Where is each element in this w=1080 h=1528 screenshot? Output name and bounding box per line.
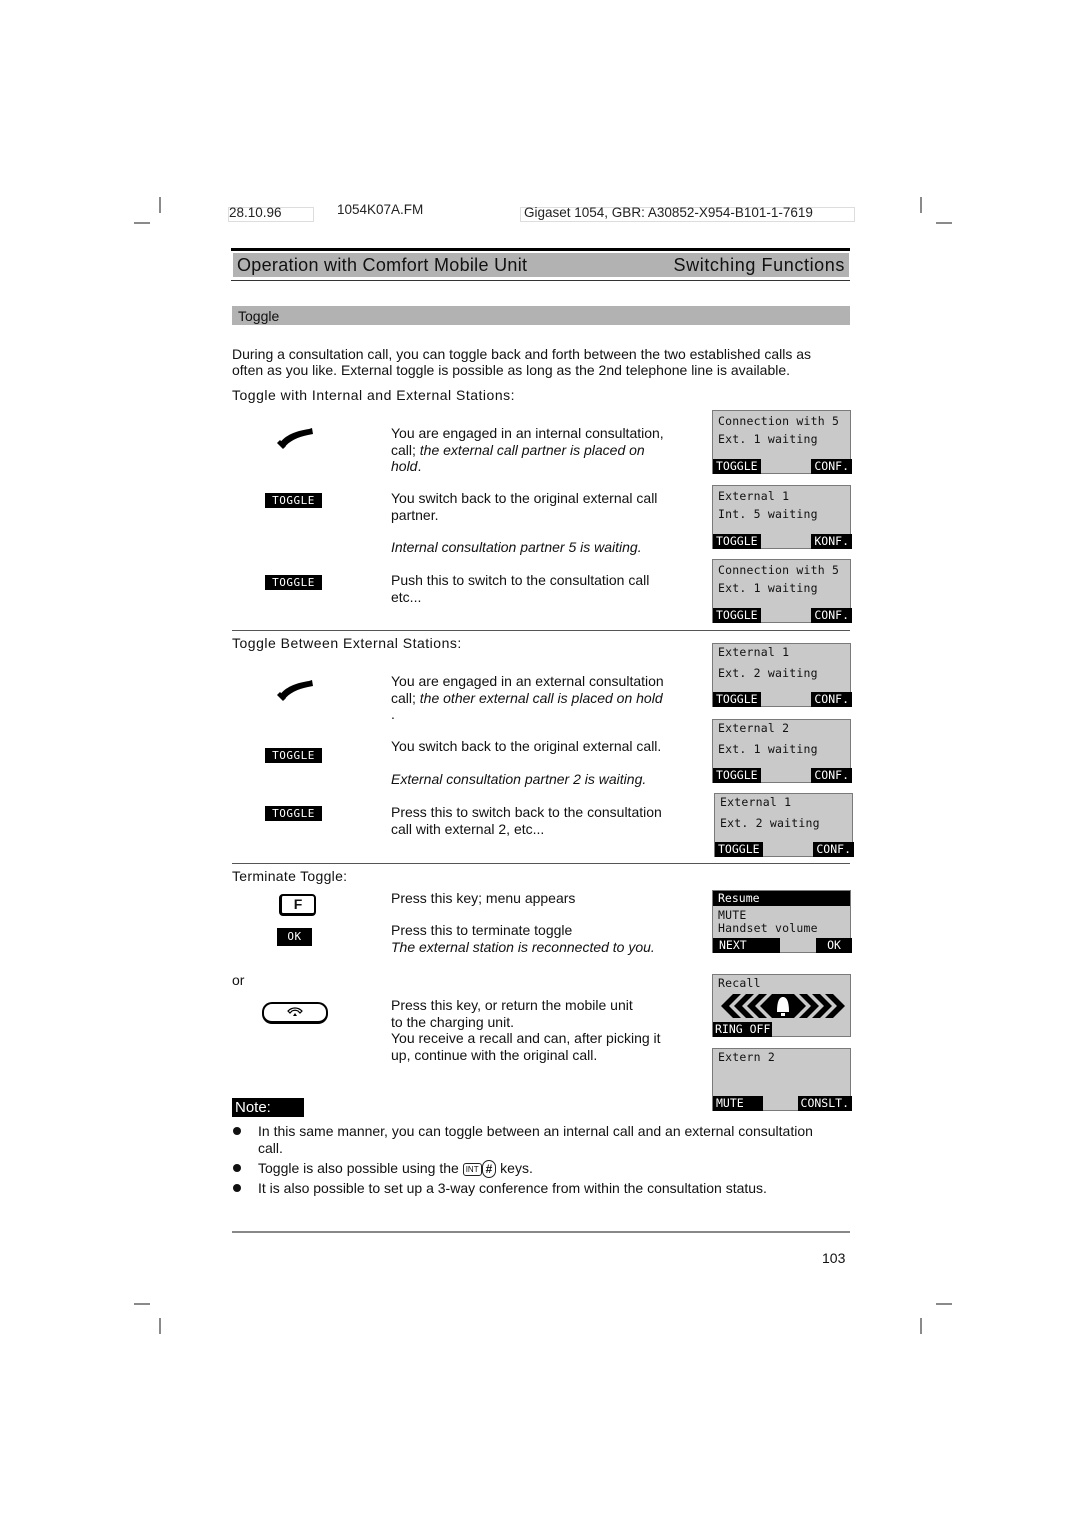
step-text: Press this to switch back to the consult… [391,804,662,837]
lcd-screen: Extern 2 MUTE CONSLT. [712,1048,852,1111]
bullet-icon [233,1184,241,1192]
handset-lifted-icon [277,428,313,449]
crop-mark [134,1303,150,1305]
step-text: Push this to switch to the consultation … [391,572,650,605]
lcd-left-softkey: MUTE [713,1096,763,1111]
lcd-right-softkey: CONF. [811,608,852,623]
section-title: Switching Functions [673,255,845,275]
subheading-external: Toggle Between External Stations: [232,635,462,651]
lcd-right-softkey: CONF. [813,842,854,857]
section-heading: Toggle [238,308,280,324]
header-rule [231,248,850,251]
step-result: The external station is reconnected to y… [391,939,655,955]
note-item: In this same manner, you can toggle betw… [258,1123,813,1156]
lcd-screen: External 1 Ext. 2 waiting TOGGLE CONF. [712,643,852,707]
crop-mark [920,1318,922,1334]
or-label: or [232,972,245,988]
toggle-softkey[interactable]: TOGGLE [265,493,322,508]
lcd-left-softkey: TOGGLE [713,459,761,474]
lcd-left-softkey: NEXT [713,938,780,953]
section-heading-bar: Toggle [232,306,850,325]
toggle-softkey[interactable]: TOGGLE [265,806,322,821]
crop-mark [936,222,952,224]
lcd-right-softkey: CONF. [811,692,852,707]
footer-rule [232,1231,850,1233]
lcd-screen: External 1 Int. 5 waiting TOGGLE KONF. [712,485,852,549]
lcd-screen: External 2 Ext. 1 waiting TOGGLE CONF. [712,719,852,783]
ok-softkey[interactable]: OK [277,928,312,946]
lcd-left-softkey: TOGGLE [713,534,761,549]
lcd-right-softkey: KONF. [811,534,852,549]
intro-line-2: often as you like. External toggle is po… [232,362,791,378]
lcd-right-softkey: CONSLT. [797,1096,852,1111]
lcd-left-softkey: TOGGLE [713,608,761,623]
toggle-softkey[interactable]: TOGGLE [265,575,322,590]
lcd-recall-screen: Recall RING OFF [712,974,851,1037]
lcd-left-softkey: TOGGLE [713,692,761,707]
step-text: You switch back to the original external… [391,738,662,754]
ringing-bell-icon [721,994,845,1018]
bullet-icon [233,1164,241,1172]
print-product-id: Gigaset 1054, GBR: A30852-X954-B101-1-76… [524,205,813,220]
section-divider [232,630,850,631]
crop-mark [159,1318,161,1334]
lcd-menu-screen: Resume MUTE Handset volume NEXT OK [712,890,852,953]
step-text: Press this key, or return the mobile uni… [391,997,661,1063]
crop-mark [159,197,161,213]
step-text: You are engaged in an internal consultat… [391,425,664,474]
lcd-left-softkey: TOGGLE [715,842,763,857]
step-result: External consultation partner 2 is waiti… [391,771,647,787]
lcd-left-softkey: TOGGLE [713,768,761,783]
menu-selected-item: Resume [713,891,850,906]
note-item: Toggle is also possible using the INT # k… [258,1160,533,1179]
crop-mark [920,197,922,213]
subheading-internal-external: Toggle with Internal and External Statio… [232,387,515,403]
intro-line-1: During a consultation call, you can togg… [232,346,812,362]
page-header-bar: Operation with Comfort Mobile Unit Switc… [233,253,849,277]
lcd-screen: Connection with 5 Ext. 1 waiting TOGGLE … [712,559,852,623]
note-label: Note: [232,1098,304,1117]
bullet-icon [233,1127,241,1135]
lcd-right-softkey: CONF. [811,768,852,783]
chapter-title: Operation with Comfort Mobile Unit [237,255,528,275]
page-number: 103 [822,1250,846,1266]
menu-item: Handset volume [718,921,818,935]
handset-lifted-icon [277,680,313,701]
header-underline [231,280,850,281]
subheading-terminate: Terminate Toggle: [232,868,348,884]
step-text: Press this to terminate toggle [391,922,573,938]
f-key[interactable]: F [279,894,316,916]
crop-mark [936,1303,952,1305]
toggle-softkey[interactable]: TOGGLE [265,748,322,763]
print-filename: 1054K07A.FM [337,202,424,217]
step-result: Internal consultation partner 5 is waiti… [391,539,642,555]
ring-off-softkey: RING OFF [713,1022,773,1037]
step-text: You switch back to the original external… [391,490,658,523]
handset-down-icon [287,1007,303,1016]
menu-item: MUTE [718,908,747,922]
int-key-icon: INT [462,1162,482,1176]
hash-key-icon: # [481,1160,497,1179]
crop-mark [134,222,150,224]
note-item: It is also possible to set up a 3-way co… [258,1180,767,1196]
end-call-key[interactable] [262,1002,328,1024]
lcd-right-softkey: CONF. [811,459,852,474]
lcd-right-softkey: OK [816,938,852,953]
print-date: 28.10.96 [229,205,282,220]
lcd-screen: External 1 Ext. 2 waiting TOGGLE CONF. [714,793,854,857]
section-divider [232,863,850,864]
lcd-screen: Connection with 5 Ext. 1 waiting TOGGLE … [712,410,852,474]
step-text: You are engaged in an external consultat… [391,673,664,722]
step-text: Press this key; menu appears [391,890,576,906]
